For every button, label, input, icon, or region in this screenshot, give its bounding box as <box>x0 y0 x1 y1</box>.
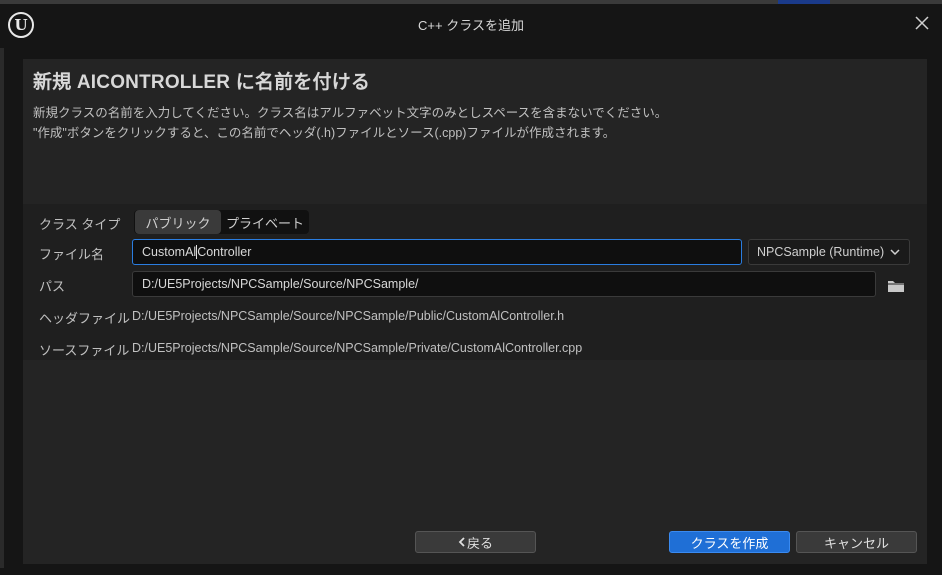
file-name-label: ファイル名 <box>39 247 105 262</box>
add-cpp-class-dialog: U C++ クラスを追加 新規 AICONTROLLER に名前を付ける 新規ク… <box>0 0 942 575</box>
class-type-toggle: パブリック プライベート <box>134 210 309 234</box>
window-title: C++ クラスを追加 <box>418 17 524 33</box>
module-dropdown[interactable]: NPCSample (Runtime) <box>748 239 910 265</box>
header-file-path: D:/UE5Projects/NPCSample/Source/NPCSampl… <box>132 309 565 323</box>
file-name-input[interactable]: CustomAl Controller <box>132 239 742 265</box>
class-type-private-option[interactable]: プライベート <box>221 210 309 234</box>
cancel-button[interactable]: キャンセル <box>796 531 917 553</box>
chevron-left-icon <box>458 537 466 547</box>
back-button-label: 戻る <box>466 535 493 551</box>
page-title: 新規 AICONTROLLER に名前を付ける <box>33 72 371 93</box>
path-value: D:/UE5Projects/NPCSample/Source/NPCSampl… <box>142 277 419 291</box>
file-name-text-after-caret: Controller <box>197 245 252 259</box>
description-line-2: "作成"ボタンをクリックすると、この名前でヘッダ(.h)ファイルとソース(.cp… <box>33 126 616 140</box>
description-line-1: 新規クラスの名前を入力してください。クラス名はアルファベット文字のみとしスペース… <box>33 106 668 120</box>
source-file-label: ソースファイル <box>39 343 130 358</box>
file-name-text-before-caret: CustomAl <box>142 245 197 259</box>
title-bar: U C++ クラスを追加 <box>0 4 942 48</box>
path-label: パス <box>39 279 66 294</box>
class-type-label: クラス タイプ <box>39 217 121 232</box>
class-form: クラス タイプ パブリック プライベート ファイル名 CustomAl Contr… <box>23 204 927 360</box>
create-class-button[interactable]: クラスを作成 <box>669 531 790 553</box>
back-button[interactable]: 戻る <box>415 531 536 553</box>
window-left-edge <box>0 48 4 568</box>
folder-icon[interactable] <box>885 275 907 297</box>
module-dropdown-value: NPCSample (Runtime) <box>757 245 885 259</box>
close-icon[interactable] <box>912 13 932 33</box>
header-file-label: ヘッダファイル <box>39 311 131 326</box>
class-type-public-option[interactable]: パブリック <box>135 210 221 234</box>
chevron-down-icon <box>890 248 900 256</box>
source-file-path: D:/UE5Projects/NPCSample/Source/NPCSampl… <box>132 341 583 355</box>
dialog-panel: 新規 AICONTROLLER に名前を付ける 新規クラスの名前を入力してくださ… <box>23 59 927 564</box>
path-input[interactable]: D:/UE5Projects/NPCSample/Source/NPCSampl… <box>132 271 876 297</box>
